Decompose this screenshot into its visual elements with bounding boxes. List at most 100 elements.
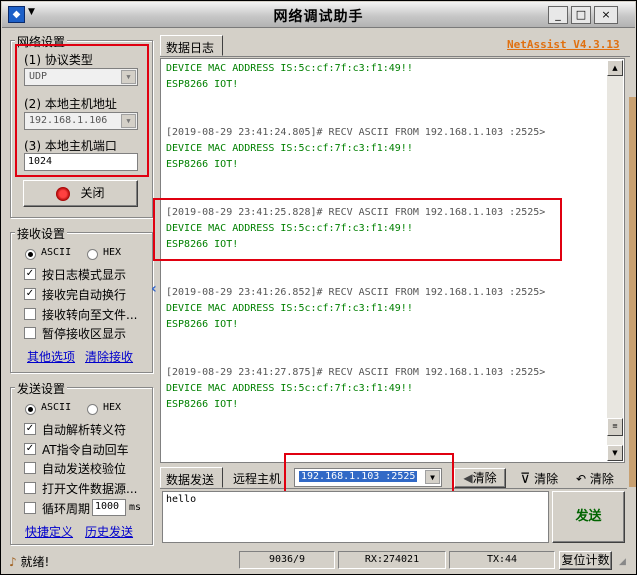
log-line: DEVICE MAC ADDRESS IS:5c:cf:7f:c3:f1:49!… [166,383,413,394]
scroll-up-icon[interactable]: ▲ [607,60,623,76]
host-select[interactable]: 192.168.1.106 ▼ [24,112,138,130]
receive-log[interactable]: DEVICE MAC ADDRESS IS:5c:cf:7f:c3:f1:49!… [160,58,625,463]
net-settings-title: 网络设置 [15,33,68,50]
reset-count-button[interactable]: 复位计数 [559,551,612,570]
send-at-cr-checkbox[interactable]: ✓ [24,443,36,455]
loop-period-unit: ms [129,502,142,513]
resize-grip-icon[interactable]: ◢ [619,557,626,567]
protocol-label: (1) 协议类型 [24,53,93,67]
log-header: [2019-08-29 23:41:26.852]# RECV ASCII FR… [166,287,546,298]
close-window-button[interactable]: × [594,6,618,24]
send-checksum-checkbox[interactable] [24,462,36,474]
recv-hex-label: HEX [103,247,122,258]
status-led-icon [56,186,71,201]
minimize-button[interactable]: _ [548,6,568,24]
send-loop-label: 循环周期 [42,502,91,516]
recv-to-file-label: 接收转向至文件... [42,308,138,322]
log-line: DEVICE MAC ADDRESS IS:5c:cf:7f:c3:f1:49!… [166,143,413,154]
status-ready-label: 就绪! [20,555,50,569]
send-loop-checkbox[interactable] [24,502,36,514]
protocol-value: UDP [29,71,48,82]
send-escape-checkbox[interactable]: ✓ [24,423,36,435]
brand-link[interactable]: NetAssist V4.3.13 [507,38,620,51]
log-header: [2019-08-29 23:41:27.875]# RECV ASCII FR… [166,367,546,378]
send-history-link[interactable]: 历史发送 [85,523,133,540]
status-rx: RX:274021 [338,551,446,569]
recv-settings-title: 接收设置 [15,225,68,242]
recv-auto-newline-checkbox[interactable]: ✓ [24,288,36,300]
send-tab-divider [160,488,627,489]
tab-data-send[interactable]: 数据发送 [160,467,223,488]
host-label: (2) 本地主机地址 [24,97,117,111]
filter-icon: ⊽ [520,471,531,487]
scroll-down-icon[interactable]: ▼ [607,445,623,461]
app-window: ◆ ▼ 网络调试助手 _ □ × 网络设置 (1) 协议类型 UDP ▼ (2)… [0,0,637,575]
send-checksum-label: 自动发送校验位 [42,462,127,476]
log-header: [2019-08-29 23:41:25.828]# RECV ASCII FR… [166,207,546,218]
recv-log-mode-label: 按日志模式显示 [42,268,127,282]
maximize-button[interactable]: □ [571,6,591,24]
scroll-thumb[interactable]: ≡ [607,418,623,436]
other-options-link[interactable]: 其他选项 [27,348,75,365]
port-input[interactable]: 1024 [24,153,138,171]
log-line: DEVICE MAC ADDRESS IS:5c:cf:7f:c3:f1:49!… [166,63,413,74]
arrow-left-icon: ◀ [463,471,473,485]
close-connection-button[interactable]: 关闭 [23,180,138,207]
status-tx: TX:44 [449,551,555,569]
loop-period-input[interactable]: 1000 [92,499,126,516]
clear-remote-label: 清除 [472,471,497,485]
eraser-icon: ↶ [576,472,587,486]
status-icon: ♪ [9,555,17,569]
send-escape-label: 自动解析转义符 [42,423,127,437]
port-label: (3) 本地主机端口 [24,139,117,153]
remote-host-select[interactable]: 192.168.1.103 :2525 ▼ [294,468,442,487]
status-ready: ♪ 就绪! [9,553,49,570]
send-at-cr-label: AT指令自动回车 [42,443,129,457]
chevron-down-icon[interactable]: ▼ [121,70,136,84]
log-line: ESP8266 IOT! [166,159,239,170]
recv-log-mode-checkbox[interactable]: ✓ [24,268,36,280]
send-textarea[interactable]: hello [162,491,549,543]
recv-pause-checkbox[interactable] [24,327,36,339]
clear-send-label: 清除 [534,472,559,486]
send-ascii-label: ASCII [41,402,72,413]
title-bar[interactable]: ◆ ▼ 网络调试助手 _ □ × [2,2,635,28]
clear-all-label: 清除 [589,472,614,486]
recv-pause-label: 暂停接收区显示 [42,327,127,341]
status-count: 9036/9 [239,551,335,569]
edge-strip [629,97,636,487]
clear-remote-button[interactable]: ◀清除 [454,468,506,488]
clear-all-button[interactable]: ↶ 清除 [576,470,614,487]
recv-to-file-checkbox[interactable] [24,308,36,320]
quick-define-link[interactable]: 快捷定义 [25,523,73,540]
log-scrollbar[interactable]: ▲ ≡ ▼ [607,60,623,461]
recv-hex-radio[interactable] [87,249,98,260]
chevron-down-icon[interactable]: ▼ [121,114,136,128]
protocol-select[interactable]: UDP ▼ [24,68,138,86]
recv-auto-newline-label: 接收完自动换行 [42,288,127,302]
send-hex-radio[interactable] [87,404,98,415]
tab-divider [160,56,630,57]
send-ascii-radio[interactable] [25,404,36,415]
chevron-down-icon[interactable]: ▼ [425,470,440,484]
log-line: DEVICE MAC ADDRESS IS:5c:cf:7f:c3:f1:49!… [166,303,413,314]
send-button[interactable]: 发送 [552,491,625,543]
host-value: 192.168.1.106 [29,115,108,126]
send-hex-label: HEX [103,402,122,413]
window-title: 网络调试助手 [273,9,364,25]
tab-data-log[interactable]: 数据日志 [160,35,223,56]
send-settings-title: 发送设置 [15,380,68,397]
remote-host-value: 192.168.1.103 :2525 [299,471,418,482]
collapse-panel-icon[interactable]: ‹ [151,281,157,297]
clear-send-button[interactable]: ⊽ 清除 [520,470,558,487]
log-line: ESP8266 IOT! [166,399,239,410]
close-connection-label: 关闭 [80,186,105,200]
log-line: ESP8266 IOT! [166,79,239,90]
clear-recv-link[interactable]: 清除接收 [85,348,133,365]
recv-ascii-radio[interactable] [25,249,36,260]
log-line: ESP8266 IOT! [166,319,239,330]
tab-remote-host[interactable]: 远程主机 [228,467,286,488]
send-file-source-label: 打开文件数据源... [42,482,138,496]
send-file-source-checkbox[interactable] [24,482,36,494]
log-line: ESP8266 IOT! [166,239,239,250]
